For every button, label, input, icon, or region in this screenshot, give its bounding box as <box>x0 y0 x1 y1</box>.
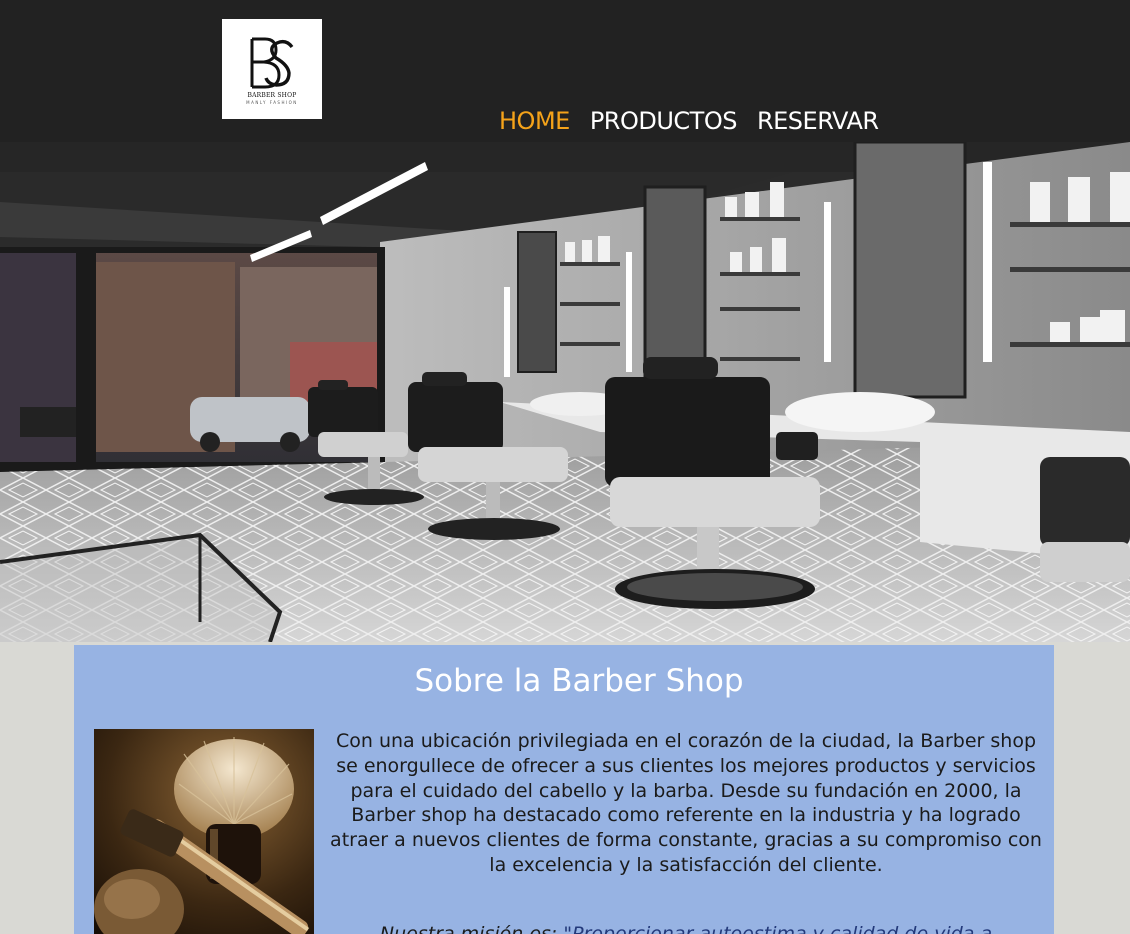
barbershop-interior-illustration <box>0 142 1130 642</box>
logo-name: BARBER SHOP <box>247 92 297 99</box>
nav-reservar[interactable]: RESERVAR <box>757 107 879 135</box>
shaving-brush-image <box>94 729 314 934</box>
logo-tagline: MANLY FASHION <box>246 100 298 105</box>
about-title: Sobre la Barber Shop <box>414 663 744 699</box>
shaving-brush-illustration <box>94 729 314 934</box>
mission-quote: "Proporcionar autoestima y calidad de vi… <box>563 923 993 934</box>
main-nav: HOME PRODUCTOS RESERVAR <box>499 104 879 138</box>
about-paragraph: Con una ubicación privilegiada en el cor… <box>330 730 1042 876</box>
about-mission: Nuestra misión es: "Proporcionar autoest… <box>330 922 1042 934</box>
logo-monogram-icon <box>250 37 294 89</box>
hero-image <box>0 142 1130 642</box>
brand-logo[interactable]: BARBER SHOP MANLY FASHION <box>222 19 322 119</box>
about-section: Sobre la Barber Shop Con una ubicación p… <box>74 645 1054 934</box>
nav-home[interactable]: HOME <box>499 107 570 135</box>
nav-productos[interactable]: PRODUCTOS <box>590 107 738 135</box>
mission-prefix: Nuestra misión es: <box>379 923 564 934</box>
site-header: BARBER SHOP MANLY FASHION HOME PRODUCTOS… <box>0 0 1130 142</box>
